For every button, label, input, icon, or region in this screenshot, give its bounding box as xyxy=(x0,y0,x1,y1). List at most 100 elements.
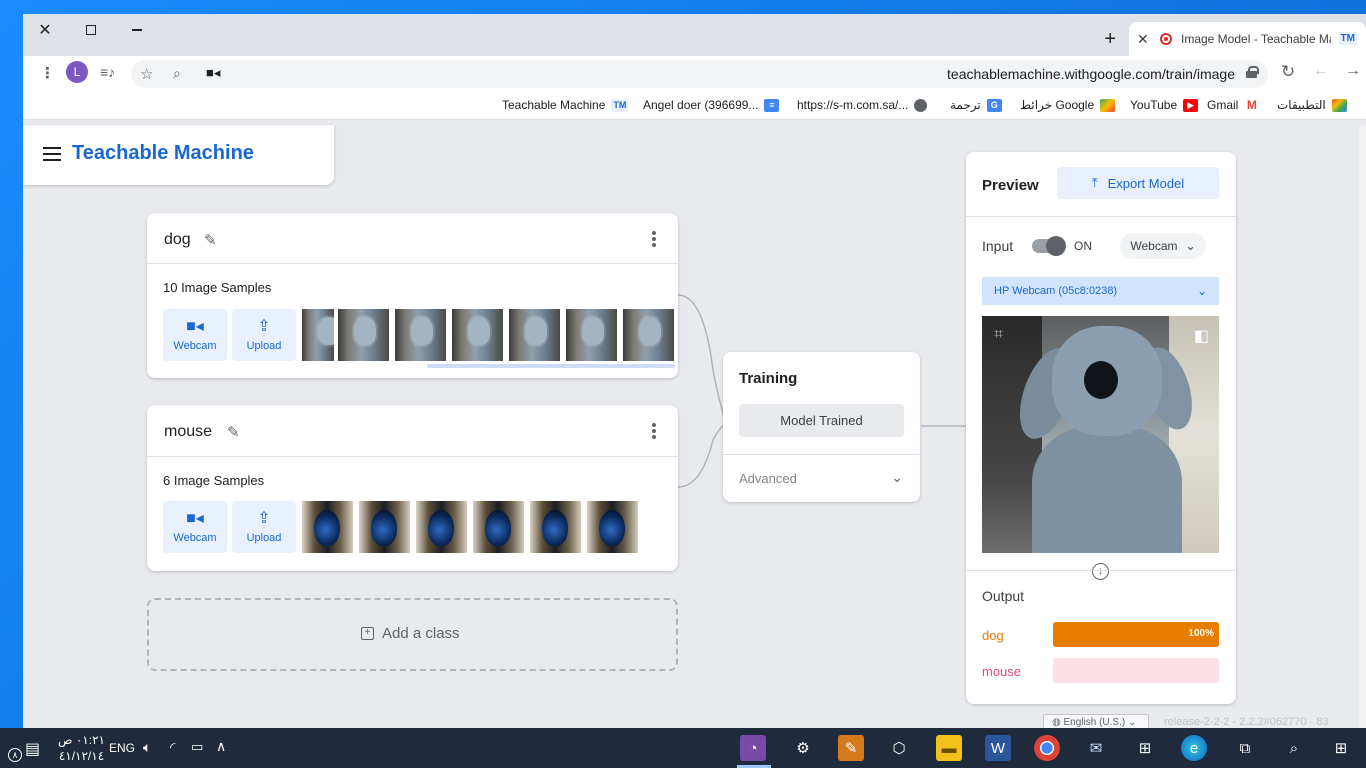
sample-thumbnail[interactable] xyxy=(336,309,389,361)
maximize-window-button[interactable] xyxy=(69,16,113,44)
address-bar[interactable]: ☆ ⌕ ■◂ teachablemachine.withgoogle.com/t… xyxy=(131,60,1268,88)
webcam-button[interactable]: ■◂ Webcam xyxy=(163,501,227,553)
paint-app-icon[interactable]: ✎ xyxy=(838,735,864,761)
samples-scrollbar[interactable] xyxy=(427,364,675,368)
sample-thumbnail[interactable] xyxy=(450,309,503,361)
tab-title: Image Model - Teachable Ma xyxy=(1181,32,1331,46)
hamburger-menu-icon[interactable] xyxy=(43,147,61,161)
release-version: release-2-2-2 - 2.2.2#062770 - 83 xyxy=(1164,716,1329,728)
webcam-button[interactable]: ■◂ Webcam xyxy=(163,309,227,361)
menu-kebab-icon[interactable]: ⋮ xyxy=(40,64,55,82)
add-class-button[interactable]: + Add a class xyxy=(147,598,678,671)
bookmark-angel-doer[interactable]: Angel doer (396699... ≡ xyxy=(643,98,780,112)
show-hidden-icons-chevron[interactable]: ∧ xyxy=(216,738,226,755)
tab-close-icon[interactable]: ✕ xyxy=(1137,31,1149,48)
bookmark-apps[interactable]: التطبيقات xyxy=(1277,98,1347,112)
notification-center-icon[interactable]: ▤ xyxy=(25,739,40,759)
profile-avatar[interactable]: L xyxy=(66,61,88,83)
sample-thumbnail[interactable] xyxy=(300,501,353,553)
3d-viewer-icon[interactable]: ⬡ xyxy=(886,735,912,761)
output-bar-mouse xyxy=(1053,658,1219,683)
minimize-icon xyxy=(132,29,142,31)
input-toggle[interactable] xyxy=(1032,236,1066,256)
flip-icon[interactable]: ◧ xyxy=(1194,326,1209,346)
settings-gear-icon[interactable]: ⚙ xyxy=(790,735,816,761)
sample-thumbnail[interactable] xyxy=(393,309,446,361)
start-windows-icon[interactable]: ⊞ xyxy=(1328,735,1354,761)
media-control-icon[interactable]: ≡♪ xyxy=(100,64,115,80)
bookmark-maps[interactable]: خرائط Google xyxy=(1020,98,1116,112)
sample-thumbnail[interactable] xyxy=(528,501,581,553)
class-options-kebab-icon[interactable] xyxy=(652,423,656,441)
edit-pencil-icon[interactable]: ✎ xyxy=(227,423,240,441)
sample-thumbnail[interactable] xyxy=(471,501,524,553)
gmail-icon: M xyxy=(1244,98,1260,112)
new-tab-button[interactable]: + xyxy=(1104,28,1116,51)
page-scrollbar[interactable] xyxy=(1359,125,1366,728)
upload-button[interactable]: ⇪ Upload xyxy=(232,501,296,553)
language-indicator[interactable]: ENG xyxy=(109,741,135,755)
bookmark-star-icon[interactable]: ☆ xyxy=(140,65,153,83)
sample-thumbnail[interactable] xyxy=(564,309,617,361)
bookmark-translate[interactable]: ترجمة G xyxy=(950,98,1002,112)
bookmark-s-m[interactable]: https://s-m.com.sa/... xyxy=(797,98,928,112)
lock-icon[interactable] xyxy=(1246,66,1259,78)
training-title: Training xyxy=(739,370,798,387)
upload-button[interactable]: ⇪ Upload xyxy=(232,309,296,361)
plus-icon: + xyxy=(1104,28,1116,50)
sample-thumbnail[interactable] xyxy=(585,501,638,553)
maximize-icon xyxy=(86,25,96,35)
bookmark-gmail[interactable]: Gmail M xyxy=(1207,98,1260,112)
export-model-button[interactable]: ⤒ Export Model xyxy=(1057,167,1219,199)
class-options-kebab-icon[interactable] xyxy=(652,231,656,249)
input-indicator-icon[interactable]: ٨ xyxy=(8,748,22,762)
edit-pencil-icon[interactable]: ✎ xyxy=(204,231,217,249)
arrow-down-icon: ↓ xyxy=(1092,563,1109,580)
camera-in-use-icon[interactable]: ■◂ xyxy=(206,65,220,81)
back-arrow-icon[interactable]: ← xyxy=(1313,62,1329,80)
tab-favicon: TM xyxy=(1338,32,1357,45)
class-name[interactable]: dog xyxy=(164,231,191,249)
sample-thumbnail[interactable] xyxy=(621,309,674,361)
volume-icon[interactable]: 🔈︎ xyxy=(143,739,151,756)
output-label-dog: dog xyxy=(982,628,1004,643)
chrome-profile-taskbar-icon[interactable]: ◔ xyxy=(740,735,766,761)
train-model-button[interactable]: Model Trained xyxy=(739,404,904,437)
sample-thumbnail[interactable] xyxy=(300,309,334,361)
store-bag-icon[interactable]: ⊞ xyxy=(1132,735,1158,761)
chevron-down-icon[interactable]: ⌄ xyxy=(891,469,903,486)
sample-thumbnail[interactable] xyxy=(507,309,560,361)
clock-date: ٤١/١٢/١٤ xyxy=(58,749,105,763)
training-card: Training Model Trained Advanced ⌄ xyxy=(723,352,920,502)
chrome-icon[interactable] xyxy=(1034,735,1060,761)
input-source-select[interactable]: Webcam ⌄ xyxy=(1120,233,1206,259)
zoom-icon[interactable]: ⌕ xyxy=(173,65,181,82)
battery-icon[interactable]: ▭ xyxy=(191,739,203,755)
mail-icon[interactable]: ✉ xyxy=(1083,735,1109,761)
word-icon[interactable]: W xyxy=(985,735,1011,761)
advanced-toggle[interactable]: Advanced xyxy=(739,471,797,486)
search-icon[interactable]: ⌕ xyxy=(1281,735,1307,761)
title-bar: ✕ + ✕ Image Model - Teachable Ma TM xyxy=(23,14,1366,56)
bookmark-teachable-machine[interactable]: Teachable Machine TM xyxy=(502,98,629,112)
clock[interactable]: ٠١:٢١ ص ٤١/١٢/١٤ xyxy=(58,732,105,764)
browser-tab[interactable]: ✕ Image Model - Teachable Ma TM xyxy=(1129,22,1366,56)
sample-thumbnail[interactable] xyxy=(414,501,467,553)
file-explorer-icon[interactable]: ▬ xyxy=(936,735,962,761)
add-box-icon: + xyxy=(361,627,374,640)
class-name[interactable]: mouse xyxy=(164,423,212,441)
crop-icon[interactable]: ⌗ xyxy=(994,326,1003,344)
task-view-icon[interactable]: ⧉ xyxy=(1232,735,1258,761)
sample-thumbnail[interactable] xyxy=(357,501,410,553)
camera-device-select[interactable]: HP Webcam (05c8:0238) ⌄ xyxy=(982,277,1219,305)
app-logo[interactable]: Teachable Machine xyxy=(72,142,254,165)
reload-icon[interactable]: ↻ xyxy=(1281,62,1295,82)
edge-icon[interactable]: e xyxy=(1181,735,1207,761)
language-select[interactable]: ◍ English (U.S.) ⌄ xyxy=(1043,714,1149,728)
bookmark-youtube[interactable]: YouTube ▶ xyxy=(1130,98,1199,112)
globe-icon xyxy=(914,98,928,112)
forward-arrow-icon[interactable]: → xyxy=(1345,62,1361,80)
minimize-window-button[interactable] xyxy=(115,16,159,44)
wifi-icon[interactable]: ◜ xyxy=(170,739,175,756)
close-window-button[interactable]: ✕ xyxy=(23,16,67,44)
